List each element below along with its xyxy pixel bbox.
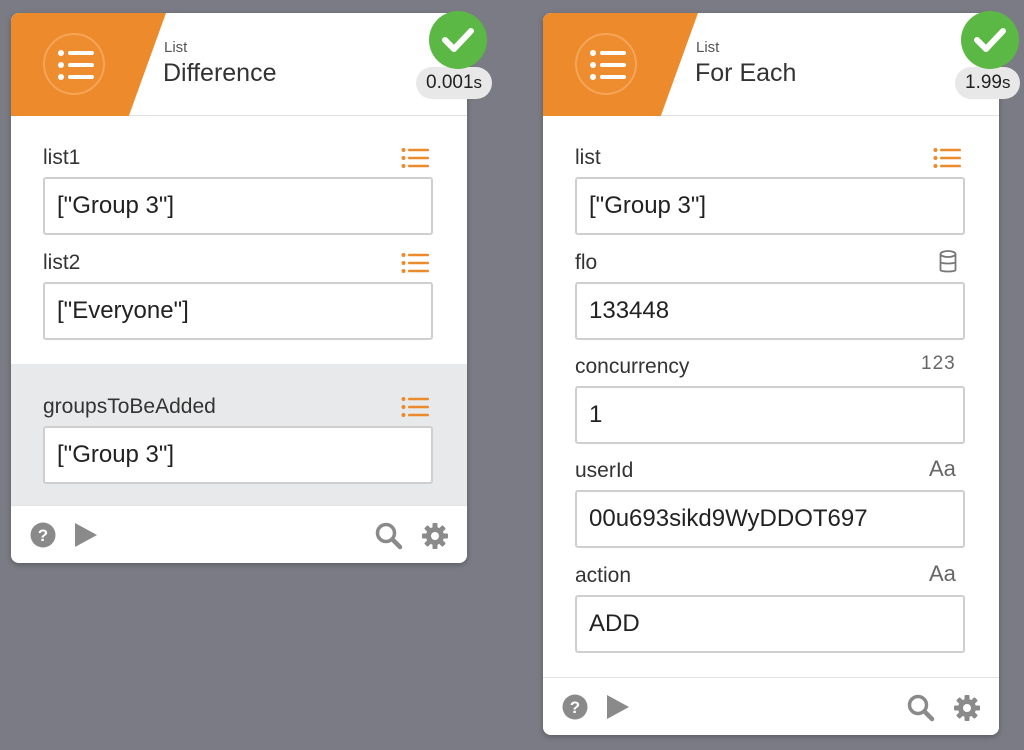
list-icon <box>575 33 637 95</box>
input-field-list2: list2 ["Everyone"] <box>43 248 433 340</box>
card-body: List For Each list ["Group 3"] flo 13344… <box>543 13 999 735</box>
timing-unit: s <box>473 73 483 92</box>
input-field-list: list ["Group 3"] <box>575 143 965 235</box>
card-subtitle: List <box>164 39 188 56</box>
field-label: userId <box>575 459 634 482</box>
card-title: For Each <box>695 59 797 87</box>
field-label: list1 <box>43 146 81 169</box>
concurrency-input[interactable]: 1 <box>575 386 965 444</box>
field-label: list2 <box>43 251 81 274</box>
list-type-icon <box>401 396 429 423</box>
output-section: groupsToBeAdded ["Group 3"] <box>11 364 467 506</box>
check-icon <box>961 11 1019 69</box>
timing-value: 1.99 <box>965 72 1002 93</box>
field-label: list <box>575 146 601 169</box>
input-field-concurrency: concurrency 123 1 <box>575 352 965 444</box>
card-body: List Difference list1 ["Group 3"] list2 … <box>11 13 467 563</box>
card-footer: ? <box>543 677 999 735</box>
timing-badge: 0.001s <box>416 67 493 99</box>
field-label: groupsToBeAdded <box>43 395 216 418</box>
card-footer: ? <box>11 505 467 563</box>
card-header: List Difference <box>11 13 467 116</box>
card-list-for-each[interactable]: List For Each list ["Group 3"] flo 13344… <box>543 11 1021 735</box>
svg-text:?: ? <box>38 526 48 545</box>
search-icon[interactable] <box>907 694 935 727</box>
timing-unit: s <box>1001 73 1011 92</box>
card-header: List For Each <box>543 13 999 116</box>
input-field-action: action Aa ADD <box>575 561 965 653</box>
input-field-flo: flo 133448 <box>575 248 965 340</box>
field-label: action <box>575 564 632 587</box>
groupsToBeAdded-output[interactable]: ["Group 3"] <box>43 426 433 484</box>
field-label: flo <box>575 251 598 274</box>
list2-input[interactable]: ["Everyone"] <box>43 282 433 340</box>
list-input[interactable]: ["Group 3"] <box>575 177 965 235</box>
timing-value: 0.001 <box>426 72 474 93</box>
card-list-difference[interactable]: List Difference list1 ["Group 3"] list2 … <box>11 11 493 563</box>
list1-input[interactable]: ["Group 3"] <box>43 177 433 235</box>
database-icon <box>939 250 957 279</box>
play-icon[interactable] <box>73 521 99 554</box>
flo-input[interactable]: 133448 <box>575 282 965 340</box>
gear-icon[interactable] <box>953 694 981 727</box>
help-icon[interactable]: ? <box>30 522 56 553</box>
help-icon[interactable]: ? <box>562 694 588 725</box>
list-type-icon <box>401 252 429 279</box>
list-type-icon <box>933 147 961 174</box>
card-title: Difference <box>163 59 277 87</box>
search-icon[interactable] <box>375 522 403 555</box>
timing-badge: 1.99s <box>955 67 1021 99</box>
userId-input[interactable]: 00u693sikd9WyDDOT697 <box>575 490 965 548</box>
play-icon[interactable] <box>605 693 631 726</box>
gear-icon[interactable] <box>421 522 449 555</box>
text-icon: Aa <box>929 456 956 481</box>
list-type-icon <box>401 147 429 174</box>
text-icon: Aa <box>929 561 956 586</box>
field-label: concurrency <box>575 355 690 378</box>
list-icon <box>43 33 105 95</box>
check-icon <box>429 11 487 69</box>
input-field-list1: list1 ["Group 3"] <box>43 143 433 235</box>
svg-text:?: ? <box>570 698 580 717</box>
output-field-groupsToBeAdded: groupsToBeAdded ["Group 3"] <box>43 392 433 484</box>
number-icon: 123 <box>921 353 956 374</box>
action-input[interactable]: ADD <box>575 595 965 653</box>
card-subtitle: List <box>696 39 720 56</box>
input-field-userId: userId Aa 00u693sikd9WyDDOT697 <box>575 456 965 548</box>
